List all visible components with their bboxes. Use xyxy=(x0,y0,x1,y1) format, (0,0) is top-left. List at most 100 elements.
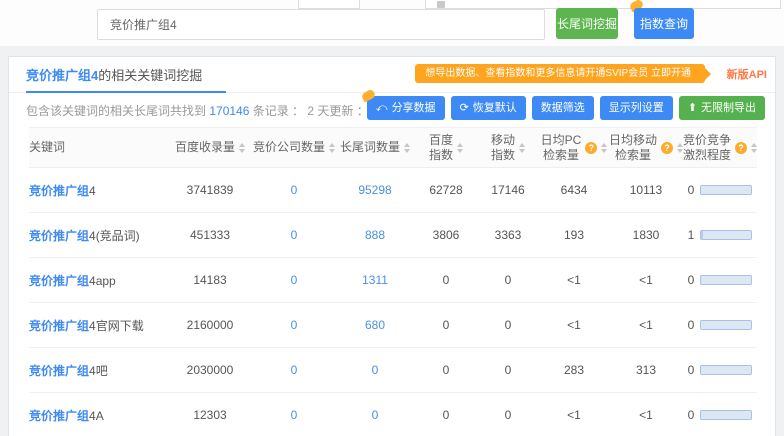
baidu-total-cell: 2160000 xyxy=(167,302,253,348)
longtail-count-cell-link[interactable]: 95298 xyxy=(358,183,391,197)
longtail-count-cell-link[interactable]: 0 xyxy=(372,363,379,377)
meta-row: 包含该关键词的相关长尾词共找到 170146 条记录 ： 2 天更新 ： 查看教… xyxy=(9,88,775,127)
summary-middle: 条记录 ： 2 天更新 ： xyxy=(249,104,373,118)
bid-heat-bar xyxy=(700,275,753,285)
恢复默认-button[interactable]: ⟳ 恢复默认 xyxy=(450,96,526,120)
longtail-count-cell: 95298 xyxy=(335,167,415,213)
bid-companies-cell-link[interactable]: 0 xyxy=(291,363,298,377)
sort-icon[interactable] xyxy=(239,142,245,153)
sort-icon[interactable] xyxy=(457,142,463,153)
keyword-table: 关键词 百度收录量 竞价公司数量 长尾词数量 百度 指数 移动 指数 日均PC 检索量? 日均移动检… xyxy=(29,127,757,436)
mobile-index-cell: 0 xyxy=(477,257,539,303)
cropped-panel-edge xyxy=(298,0,360,9)
bid-companies-cell-link[interactable]: 0 xyxy=(291,228,298,242)
column-header-label: 长尾词数量 xyxy=(339,140,400,154)
table-row: 竞价推广组4A 12303 0 0 0 0 <1 <1 0 xyxy=(29,393,757,436)
result-summary: 包含该关键词的相关长尾词共找到 170146 条记录 ： 2 天更新 ： 查看教… xyxy=(26,102,420,119)
bid-companies-cell: 0 xyxy=(253,167,335,213)
mobile-index-cell: 3363 xyxy=(477,212,539,258)
column-header[interactable]: 日均PC 检索量? xyxy=(539,128,609,168)
mobile-index-cell: 0 xyxy=(504,408,512,423)
无限制导出-button[interactable]: ⬆ 无限制导出 xyxy=(678,96,765,120)
keyword-link[interactable]: 竞价推广组 xyxy=(29,319,89,333)
keyword-link[interactable]: 竞价推广组 xyxy=(29,274,89,288)
bid-companies-cell-link[interactable]: 0 xyxy=(291,273,298,287)
sort-icon[interactable] xyxy=(751,142,757,153)
bid-companies-cell-link[interactable]: 0 xyxy=(291,183,298,197)
column-header-label: 竞价竞争 激烈程度 xyxy=(683,132,732,162)
keyword-cell: 竞价推广组4A xyxy=(29,393,167,436)
longtail-count-cell-link[interactable]: 1311 xyxy=(362,273,388,287)
longtail-mine-button[interactable]: 长尾词挖掘 xyxy=(556,8,618,39)
sort-icon[interactable] xyxy=(601,142,608,153)
column-header[interactable]: 长尾词数量 xyxy=(335,128,415,168)
export-icon: ⬆ xyxy=(687,101,697,114)
table-header-row: 关键词 百度收录量 竞价公司数量 长尾词数量 百度 指数 移动 指数 日均PC 检索量? 日均移动检… xyxy=(29,127,757,168)
toolbar-button-label: 分享数据 xyxy=(391,102,436,114)
column-header[interactable]: 百度收录量 xyxy=(167,128,253,168)
toolbar-button-label: 数据筛选 xyxy=(540,102,585,114)
toolbar-button-label: 无限制导出 xyxy=(701,102,756,114)
column-header[interactable]: 移动 指数 xyxy=(477,128,539,168)
column-header[interactable]: 日均移动 检索量? xyxy=(609,128,683,168)
table-row: 竞价推广组4 3741839 0 95298 62728 17146 6434 10113 0 xyxy=(29,167,757,213)
help-icon[interactable]: ? xyxy=(585,141,598,154)
column-header[interactable]: 竞价公司数量 xyxy=(253,128,335,168)
longtail-count-cell: 680 xyxy=(335,302,415,348)
tab-related-keywords[interactable]: 竞价推广组4的相关关键词挖掘 xyxy=(26,65,202,84)
help-icon[interactable]: ? xyxy=(661,141,673,154)
keyword-link[interactable]: 竞价推广组 xyxy=(29,229,89,243)
longtail-count-cell-link[interactable]: 0 xyxy=(372,408,379,422)
longtail-count-cell: 0 xyxy=(335,393,415,436)
pc-search-cell: <1 xyxy=(539,302,609,348)
mobile-search-cell: 313 xyxy=(609,347,683,393)
keyword-search-input[interactable] xyxy=(97,9,545,40)
分享数据-button[interactable]: ⤺ 分享数据 xyxy=(360,88,445,120)
keyword-link[interactable]: 竞价推广组 xyxy=(29,184,89,198)
sort-icon[interactable] xyxy=(404,142,410,153)
longtail-count-cell: 1311 xyxy=(335,257,415,303)
keyword-suffix: 4 xyxy=(89,183,96,198)
mobile-search-cell: 10113 xyxy=(609,167,683,213)
bid-heat-bar xyxy=(700,365,753,375)
pc-search-cell: <1 xyxy=(539,257,609,303)
pc-search-cell: <1 xyxy=(567,408,581,423)
svip-promo-banner[interactable]: 想导出数据、查看指数和更多信息请开通SVIP会员 立即开通 xyxy=(415,64,711,83)
table-row: 竞价推广组4app 14183 0 1311 0 0 <1 <1 0 xyxy=(29,257,757,303)
baidu-total-cell: 3741839 xyxy=(167,167,253,213)
index-query-button[interactable]: 指数查询 xyxy=(634,8,694,39)
table-row: 竞价推广组4官网下载 2160000 0 680 0 0 <1 <1 0 xyxy=(29,302,757,348)
bid-companies-cell: 0 xyxy=(253,302,335,348)
longtail-count-cell-link[interactable]: 680 xyxy=(365,318,385,332)
数据筛选-button[interactable]: 数据筛选 xyxy=(531,96,594,120)
sort-icon[interactable] xyxy=(329,142,335,153)
summary-prefix: 包含该关键词的相关长尾词共找到 xyxy=(26,104,210,118)
bid-companies-cell: 0 xyxy=(253,212,335,258)
bid-companies-cell: 0 xyxy=(253,257,335,303)
sort-icon[interactable] xyxy=(519,142,525,153)
keyword-cell: 竞价推广组4吧 xyxy=(29,347,167,393)
显示列设置-button[interactable]: 显示列设置 xyxy=(599,96,673,120)
pc-search-cell: 283 xyxy=(539,347,609,393)
tab-label-rest: 的相关关键词挖掘 xyxy=(98,68,203,83)
bid-companies-cell-link[interactable]: 0 xyxy=(291,318,298,332)
bid-heat-cell: 0 xyxy=(683,167,757,213)
pc-index-cell: 0 xyxy=(415,257,477,303)
keyword-link[interactable]: 竞价推广组 xyxy=(29,409,89,423)
pc-search-cell: 6434 xyxy=(539,167,609,213)
result-panel: 竞价推广组4的相关关键词挖掘 想导出数据、查看指数和更多信息请开通SVIP会员 … xyxy=(8,56,776,436)
keyword-suffix: 4(竞品词) xyxy=(89,228,140,243)
bid-companies-cell-link[interactable]: 0 xyxy=(291,408,298,422)
help-icon[interactable]: ? xyxy=(735,141,747,154)
cropped-icon xyxy=(437,1,445,8)
bid-heat-bar xyxy=(700,320,753,330)
keyword-cell: 竞价推广组4官网下载 xyxy=(29,302,167,348)
keyword-link[interactable]: 竞价推广组 xyxy=(29,364,89,378)
longtail-count-cell-link[interactable]: 888 xyxy=(365,228,385,242)
bid-heat-value: 0 xyxy=(687,183,695,197)
bid-heat-bar xyxy=(700,410,753,421)
column-header[interactable]: 百度 指数 xyxy=(415,128,477,168)
column-header[interactable]: 竞价竞争 激烈程度? xyxy=(683,128,757,168)
bid-heat-value: 1 xyxy=(687,228,695,242)
api-link[interactable]: 新版API xyxy=(727,66,767,82)
